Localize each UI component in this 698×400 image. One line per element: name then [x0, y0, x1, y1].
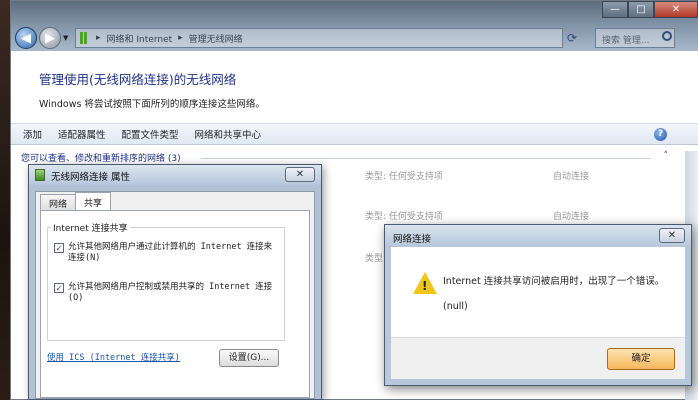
dialog-title: 无线网络连接 属性 — [51, 172, 131, 183]
caption-buttons: — □ ✕ — [602, 1, 698, 18]
network-type: 类型: — [365, 254, 387, 264]
allow-connect-option[interactable]: ✓ 允许其他网络用户通过此计算机的 Internet 连接来连接(N) — [54, 242, 278, 264]
ics-group: Internet 连接共享 ✓ 允许其他网络用户通过此计算机的 Internet… — [47, 221, 285, 341]
maximize-button[interactable]: □ — [628, 1, 654, 18]
refresh-icon[interactable]: ⟳ — [567, 31, 577, 45]
network-mode: 自动连接 — [553, 172, 590, 182]
add-button[interactable]: 添加 — [23, 127, 42, 141]
adapter-properties-button[interactable]: 适配器属性 — [58, 127, 106, 141]
network-mode: 自动连接 — [553, 212, 590, 222]
tab-network[interactable]: 网络 — [40, 194, 77, 210]
close-button[interactable]: ✕ — [659, 228, 685, 243]
collapse-chevron-icon[interactable]: ˄ — [664, 151, 669, 161]
back-button[interactable]: ◀ — [15, 27, 37, 49]
group-label: Internet 连接共享 — [51, 221, 130, 234]
search-input[interactable]: 搜索 管理... — [595, 28, 675, 48]
dialog-title-bar: 无线网络连接 属性 ✕ — [29, 165, 321, 185]
error-detail: (null) — [443, 301, 468, 312]
dialog-footer: 确定 — [391, 337, 685, 379]
settings-button[interactable]: 设置(G)... — [219, 349, 279, 367]
close-button[interactable]: ✕ — [654, 1, 698, 18]
ok-button[interactable]: 确定 — [607, 348, 675, 370]
forward-button[interactable]: ▶ — [39, 27, 61, 49]
tab-sharing[interactable]: 共享 — [75, 192, 112, 210]
checkbox[interactable]: ✓ — [54, 283, 64, 293]
page-title: 管理使用(无线网络连接)的无线网络 — [39, 72, 237, 87]
address-bar[interactable]: ▸ 网络和 Internet ▸ 管理无线网络 — [75, 28, 563, 48]
group-divider — [201, 158, 651, 159]
allow-control-option[interactable]: ✓ 允许其他网络用户控制或禁用共享的 Internet 连接(O) — [54, 282, 278, 304]
error-message: Internet 连接共享访问被启用时，出现了一个错误。 — [443, 276, 665, 287]
network-adapter-icon — [35, 169, 45, 181]
command-bar: 添加 适配器属性 配置文件类型 网络和共享中心 ? — [11, 123, 698, 145]
dialog-body: ! Internet 连接共享访问被启用时，出现了一个错误。 (null) 确定 — [391, 247, 685, 379]
dialog-title: 网络连接 — [393, 234, 432, 245]
properties-dialog: 无线网络连接 属性 ✕ 网络 共享 Internet 连接共享 ✓ 允许其他网络… — [28, 164, 322, 400]
search-icon — [662, 31, 672, 41]
dialog-body: 网络 共享 Internet 连接共享 ✓ 允许其他网络用户通过此计算机的 In… — [35, 191, 315, 399]
sharing-panel: Internet 连接共享 ✓ 允许其他网络用户通过此计算机的 Internet… — [40, 210, 310, 398]
history-dropdown-icon[interactable]: ▼ — [63, 34, 68, 42]
network-sharing-center-button[interactable]: 网络和共享中心 — [195, 127, 262, 141]
breadcrumb-item[interactable]: 管理无线网络 — [189, 32, 243, 45]
network-type: 类型: 任何受支持项 — [365, 212, 443, 222]
error-dialog: 网络连接 ✕ ! Internet 连接共享访问被启用时，出现了一个错误。 (n… — [384, 224, 692, 386]
title-bar: — □ ✕ ◀ ▶ ▼ ▸ 网络和 Internet ▸ 管理无线网络 ⟳ 搜索… — [11, 1, 698, 51]
close-button[interactable]: ✕ — [285, 167, 315, 182]
help-icon[interactable]: ? — [654, 128, 667, 141]
dialog-title-bar: 网络连接 ✕ — [385, 225, 691, 247]
minimize-button[interactable]: — — [602, 1, 628, 18]
checkbox[interactable]: ✓ — [54, 243, 64, 253]
breadcrumb-item[interactable]: 网络和 Internet — [107, 32, 173, 45]
page-description: Windows 将尝试按照下面所列的顺序连接这些网络。 — [39, 99, 265, 110]
network-icon — [80, 32, 90, 44]
checkbox-label: 允许其他网络用户通过此计算机的 Internet 连接来连接(N) — [68, 242, 273, 263]
ics-help-link[interactable]: 使用 ICS (Internet 连接共享) — [47, 351, 180, 363]
tab-strip: 网络 共享 — [40, 192, 112, 210]
warning-mark: ! — [422, 279, 428, 293]
network-type: 类型: 任何受支持项 — [365, 172, 443, 182]
checkbox-label: 允许其他网络用户控制或禁用共享的 Internet 连接(O) — [68, 282, 273, 303]
profile-types-button[interactable]: 配置文件类型 — [122, 127, 179, 141]
